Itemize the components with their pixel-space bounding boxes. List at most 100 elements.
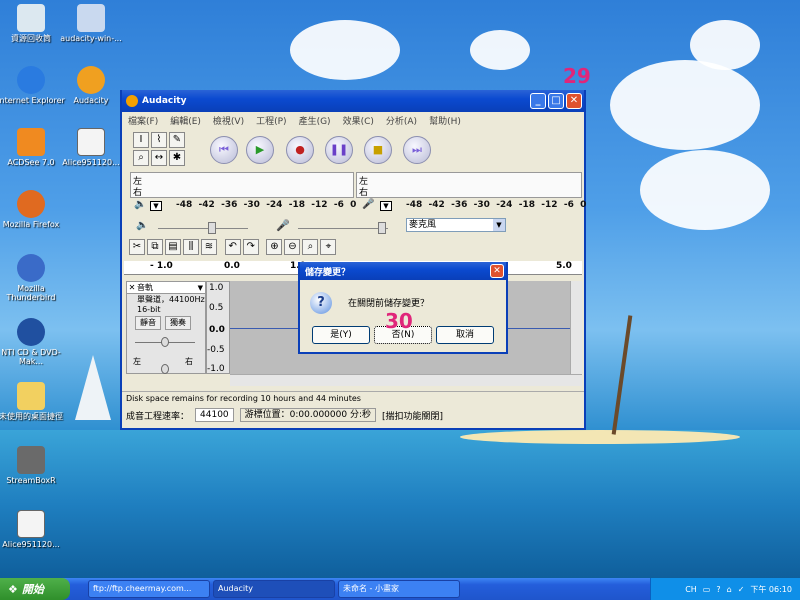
input-source-select[interactable]: 麥克風 ▼ [406,218,506,232]
sea [0,430,800,578]
desktop-icon-alice-file-1[interactable]: Alice951120... [56,128,126,167]
zoom-out-icon[interactable]: ⊖ [284,239,301,255]
yes-button[interactable]: 是(Y) [312,326,370,344]
cloud [470,30,530,70]
desktop-icon-unused-shortcuts[interactable]: 未使用的桌面捷徑 [0,382,66,421]
desktop-icon-audacity[interactable]: Audacity [56,66,126,105]
mute-button[interactable]: 靜音 [135,316,161,330]
streambox-icon [17,446,45,474]
acdsee-icon [17,128,45,156]
cancel-button[interactable]: 取消 [436,326,494,344]
minimize-button[interactable]: _ [530,93,546,109]
redo-icon[interactable]: ↷ [242,239,259,255]
undo-icon[interactable]: ↶ [224,239,241,255]
record-scale: -48 -42 -36 -30 -24 -18 -12 -6 0 [406,200,587,210]
task-audacity[interactable]: Audacity [213,580,335,598]
silence-icon[interactable]: ≋ [201,239,217,255]
envelope-tool-icon[interactable]: ⌇ [151,132,167,148]
menu-help[interactable]: 幫助(H) [429,114,461,127]
keyboard-icon[interactable]: ▭ [703,585,711,594]
island [460,430,740,444]
skip-start-button[interactable]: ⏮ [210,136,238,164]
input-volume-slider[interactable] [298,228,388,229]
task-paint[interactable]: 未命名 - 小畫家 [338,580,460,598]
question-icon: ? [310,292,332,314]
play-button[interactable]: ▶ [246,136,274,164]
stop-button[interactable]: ■ [364,136,392,164]
project-rate-field[interactable]: 44100 [195,408,234,422]
dialog-close-button[interactable]: ✕ [490,264,504,278]
track-name[interactable]: 音軌 [137,282,153,293]
menu-view[interactable]: 檢視(V) [213,114,244,127]
gain-thumb[interactable] [161,337,169,347]
selection-tool-icon[interactable]: I [133,132,149,148]
skip-end-button[interactable]: ⏭ [403,136,431,164]
audacity-icon [77,66,105,94]
network-icon[interactable]: ⌂ [727,585,732,594]
fit-selection-icon[interactable]: ⌕ [302,239,319,255]
file-icon [17,510,45,538]
close-button[interactable]: ✕ [566,93,582,109]
desktop-icon-nti[interactable]: NTI CD & DVD-Mak... [0,318,66,366]
multi-tool-icon[interactable]: ✱ [169,150,185,166]
windows-logo-icon: ❖ [8,582,18,596]
annotation-number-30: 30 [385,309,413,333]
menu-file[interactable]: 檔案(F) [128,114,158,127]
folder-icon [17,382,45,410]
help-icon[interactable]: ? [716,585,720,594]
playback-meter: 左 右 [130,172,354,198]
paste-icon[interactable]: ▤ [165,239,181,255]
copy-icon[interactable]: ⧉ [147,239,163,255]
trim-icon[interactable]: ⫼ [183,239,199,255]
menu-effect[interactable]: 效果(C) [343,114,374,127]
menu-analyze[interactable]: 分析(A) [386,114,417,127]
desktop-icon-streambox[interactable]: StreamBoxR [0,446,66,485]
record-meter: 左 右 [356,172,582,198]
track-amplitude-scale: 1.0 0.5 0.0 -0.5 -1.0 [206,281,230,374]
cut-icon[interactable]: ✂ [129,239,145,255]
audacity-icon [126,95,138,107]
security-icon[interactable]: ✓ [738,585,745,594]
cloud [290,20,400,80]
output-volume-thumb[interactable] [208,222,216,234]
language-indicator[interactable]: CH [685,585,697,594]
zoom-tool-icon[interactable]: ⌕ [133,150,149,166]
record-button[interactable]: ● [286,136,314,164]
horizontal-scrollbar[interactable] [230,374,582,386]
solo-button[interactable]: 獨奏 [165,316,191,330]
window-titlebar[interactable]: Audacity _ □ ✕ [122,90,584,112]
record-meter-menu[interactable]: ▼ [380,201,392,211]
status-bar: 成音工程速率： 44100 游標位置：0:00.000000 分:秒 [揣扣功能… [122,406,584,424]
menu-project[interactable]: 工程(P) [256,114,286,127]
start-button[interactable]: ❖ 開始 [0,578,70,600]
clock: 下午 06:10 [750,584,792,594]
output-volume-slider[interactable] [158,228,248,229]
palm-tree [611,315,633,435]
firefox-icon [17,190,45,218]
file-icon [77,128,105,156]
snap-status: [揣扣功能關閉] [381,411,444,422]
track-menu-chevron-icon[interactable]: ▼ [198,284,205,292]
pause-button[interactable]: ❚❚ [325,136,353,164]
timeshift-tool-icon[interactable]: ↔ [151,150,167,166]
playback-meter-menu[interactable]: ▼ [150,201,162,211]
pan-thumb[interactable] [161,364,169,374]
desktop-icon-audacity-installer[interactable]: audacity-win-... [56,4,126,43]
desktop-icon-alice-file-2[interactable]: Alice951120... [0,510,66,549]
track-close-icon[interactable]: ✕ [127,283,137,292]
input-volume-thumb[interactable] [378,222,386,234]
recycle-bin-icon [17,4,45,32]
desktop-icon-firefox[interactable]: Mozilla Firefox [0,190,66,229]
fit-project-icon[interactable]: ⌖ [320,239,337,255]
menu-edit[interactable]: 編輯(E) [170,114,201,127]
window-title: Audacity [142,96,187,106]
maximize-button[interactable]: □ [548,93,564,109]
task-ftp-explorer[interactable]: ftp://ftp.cheermay.com... [88,580,210,598]
zoom-in-icon[interactable]: ⊕ [266,239,283,255]
desktop-icon-thunderbird[interactable]: Mozilla Thunderbird [0,254,66,302]
playback-scale: -48 -42 -36 -30 -24 -18 -12 -6 0 [176,200,357,210]
menu-generate[interactable]: 產生(G) [299,114,331,127]
vertical-scrollbar[interactable] [570,281,582,374]
draw-tool-icon[interactable]: ✎ [169,132,185,148]
dialog-titlebar[interactable]: 儲存變更？ ✕ [300,262,506,280]
